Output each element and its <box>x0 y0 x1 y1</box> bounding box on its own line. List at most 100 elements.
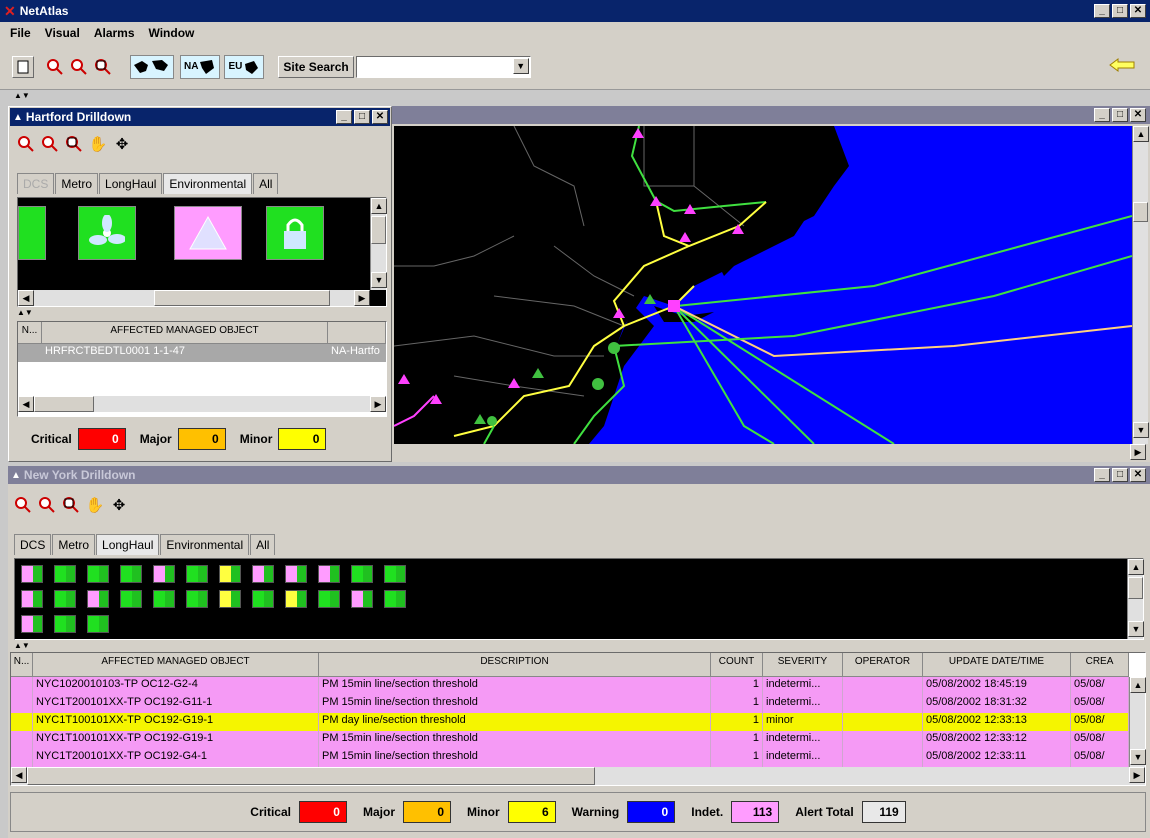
network-element-icon[interactable] <box>54 590 76 608</box>
scroll-down-icon[interactable]: ▼ <box>1130 749 1146 765</box>
maximize-icon[interactable]: □ <box>1112 108 1128 122</box>
alarm-triangle-icon[interactable] <box>174 206 242 260</box>
world-map-icon[interactable] <box>130 54 174 79</box>
column-header-number[interactable]: N... <box>18 322 42 344</box>
splitter-top-icon[interactable]: ▲▼ <box>14 92 30 100</box>
zoom-in-icon[interactable] <box>12 494 34 516</box>
scroll-up-icon[interactable]: ▲ <box>1133 126 1149 142</box>
menu-window[interactable]: Window <box>149 26 195 40</box>
network-element-icon[interactable] <box>54 565 76 583</box>
network-element-icon[interactable] <box>219 590 241 608</box>
minimize-icon[interactable]: _ <box>1094 4 1110 18</box>
scroll-left-icon[interactable]: ◀ <box>11 767 27 783</box>
region-na-button[interactable]: NA <box>180 54 221 79</box>
scroll-up-icon[interactable]: ▲ <box>1130 677 1146 693</box>
close-icon[interactable]: ✕ <box>372 110 388 124</box>
column-header-operator[interactable]: OPERATOR <box>843 653 923 677</box>
icon-panel-scrollbar[interactable]: ▲ ▼ <box>1127 559 1144 639</box>
tab-dcs[interactable]: DCS <box>17 173 55 194</box>
table-row[interactable]: NYC1T100101XX-TP OC192-G19-1 PM day line/… <box>11 713 1145 731</box>
site-search-combobox[interactable]: ▼ <box>355 55 531 78</box>
network-element-icon[interactable] <box>186 565 208 583</box>
table-row[interactable]: NYC1T200101XX-TP OC192-G4-1 PM 15min line… <box>11 749 1145 767</box>
column-header-count[interactable]: COUNT <box>711 653 763 677</box>
network-element-icon[interactable] <box>54 615 76 633</box>
column-header-affected-object[interactable]: AFFECTED MANAGED OBJECT <box>33 653 319 677</box>
fan-icon[interactable] <box>78 206 136 260</box>
zoom-fit-icon[interactable] <box>60 494 82 516</box>
scroll-down-icon[interactable]: ▼ <box>1133 422 1149 438</box>
splitter-icon[interactable]: ▲▼ <box>14 642 30 650</box>
move-arrows-icon[interactable]: ✥ <box>108 494 130 516</box>
hand-pan-icon[interactable]: ✋ <box>87 133 109 155</box>
minimize-icon[interactable]: _ <box>1094 108 1110 122</box>
scroll-down-icon[interactable]: ▼ <box>1128 621 1144 637</box>
column-header-severity[interactable]: SEVERITY <box>763 653 843 677</box>
zoom-out-icon[interactable] <box>36 494 58 516</box>
tab-all[interactable]: All <box>253 173 279 194</box>
table-hscrollbar[interactable]: ◀ ▶ <box>11 767 1145 785</box>
chevron-down-icon[interactable]: ▼ <box>512 57 529 74</box>
device-icon[interactable] <box>18 206 46 260</box>
network-element-icon[interactable] <box>87 615 109 633</box>
network-element-icon[interactable] <box>120 565 142 583</box>
tab-metro[interactable]: Metro <box>52 534 96 555</box>
tab-metro[interactable]: Metro <box>55 173 99 194</box>
network-element-icon[interactable] <box>252 565 274 583</box>
close-icon[interactable]: ✕ <box>1130 4 1146 18</box>
region-eu-button[interactable]: EU <box>224 54 265 79</box>
network-map[interactable] <box>394 126 1132 444</box>
scroll-thumb[interactable] <box>27 767 595 785</box>
zoom-fit-icon[interactable] <box>63 133 85 155</box>
close-icon[interactable]: ✕ <box>1130 468 1146 482</box>
menu-file[interactable]: File <box>10 26 31 40</box>
site-search-input[interactable] <box>356 56 507 75</box>
tab-environmental[interactable]: Environmental <box>160 534 250 555</box>
splitter-icon[interactable]: ▲▼ <box>17 309 33 317</box>
network-element-icon[interactable] <box>87 565 109 583</box>
window-menu-icon[interactable]: ▲ <box>11 470 21 481</box>
column-header-description[interactable]: DESCRIPTION <box>319 653 711 677</box>
tab-environmental[interactable]: Environmental <box>163 173 253 194</box>
column-header-affected-object[interactable]: AFFECTED MANAGED OBJECT <box>42 322 328 344</box>
scroll-up-icon[interactable]: ▲ <box>1128 559 1144 575</box>
column-header-number[interactable]: N... <box>11 653 33 677</box>
menu-alarms[interactable]: Alarms <box>94 26 135 40</box>
zoom-in-icon[interactable] <box>15 133 37 155</box>
lock-icon[interactable] <box>266 206 324 260</box>
icon-panel-hscrollbar[interactable]: ◀ ▶ <box>18 290 370 306</box>
network-element-icon[interactable] <box>219 565 241 583</box>
scroll-right-icon[interactable]: ▶ <box>1129 767 1145 783</box>
zoom-out-icon[interactable] <box>68 56 90 78</box>
close-icon[interactable]: ✕ <box>1130 108 1146 122</box>
scroll-down-icon[interactable]: ▼ <box>371 272 387 288</box>
scroll-thumb[interactable] <box>34 396 94 412</box>
tab-all[interactable]: All <box>250 534 276 555</box>
column-header-created[interactable]: CREA <box>1071 653 1129 677</box>
table-hscrollbar[interactable]: ◀ ▶ <box>18 396 386 412</box>
scroll-right-icon[interactable]: ▶ <box>354 290 370 306</box>
new-document-icon[interactable] <box>12 55 34 78</box>
table-row[interactable]: NYC1T100101XX-TP OC192-G19-1 PM 15min lin… <box>11 731 1145 749</box>
minimize-icon[interactable]: _ <box>1094 468 1110 482</box>
table-vscrollbar[interactable]: ▲ ▼ <box>1129 677 1146 767</box>
tab-dcs[interactable]: DCS <box>14 534 52 555</box>
column-header-update-time[interactable]: UPDATE DATE/TIME <box>923 653 1071 677</box>
maximize-icon[interactable]: □ <box>354 110 370 124</box>
maximize-icon[interactable]: □ <box>1112 468 1128 482</box>
network-element-icon[interactable] <box>351 565 373 583</box>
network-element-icon[interactable] <box>186 590 208 608</box>
maximize-icon[interactable]: □ <box>1112 4 1128 18</box>
zoom-fit-icon[interactable] <box>92 56 114 78</box>
network-element-icon[interactable] <box>252 590 274 608</box>
column-header-site[interactable] <box>328 322 386 344</box>
network-element-icon[interactable] <box>21 590 43 608</box>
network-element-icon[interactable] <box>21 615 43 633</box>
tab-longhaul[interactable]: LongHaul <box>99 173 163 194</box>
minimize-icon[interactable]: _ <box>336 110 352 124</box>
network-element-icon[interactable] <box>318 565 340 583</box>
scroll-up-icon[interactable]: ▲ <box>371 198 387 214</box>
scroll-left-icon[interactable]: ◀ <box>18 396 34 412</box>
network-element-icon[interactable] <box>384 590 406 608</box>
network-element-icon[interactable] <box>285 565 307 583</box>
